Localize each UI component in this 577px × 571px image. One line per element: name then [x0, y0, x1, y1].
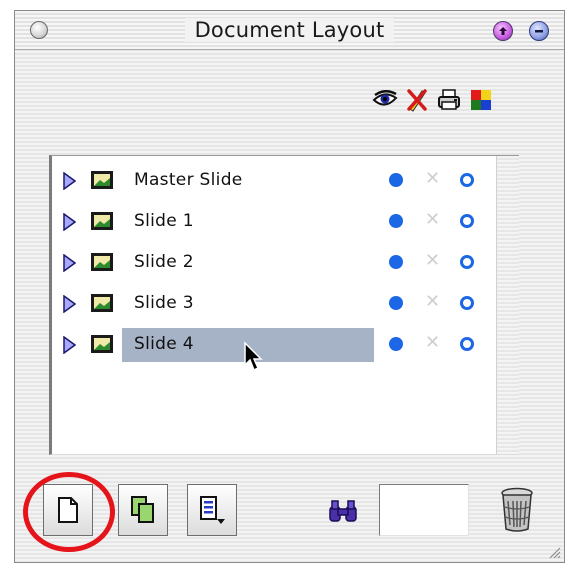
find-input[interactable] [379, 484, 469, 536]
minus-icon [535, 30, 543, 33]
minimize-button[interactable] [529, 21, 549, 41]
list-item[interactable]: Slide 3 ✕ [52, 287, 500, 321]
duplicate-slide-button[interactable] [118, 484, 168, 536]
column-toolbar [371, 86, 495, 114]
lock-x-icon[interactable]: ✕ [425, 249, 440, 273]
list-item[interactable]: Master Slide ✕ [52, 164, 500, 198]
visible-dot-icon[interactable] [389, 337, 403, 351]
slide-name-label: Master Slide [134, 170, 243, 190]
trash-icon[interactable] [500, 487, 534, 533]
visible-dot-icon[interactable] [389, 173, 403, 187]
disclosure-triangle-icon[interactable] [62, 254, 76, 272]
binoculars-icon[interactable] [327, 499, 359, 523]
no-edit-icon[interactable] [403, 86, 431, 114]
slide-list[interactable]: Master Slide ✕ Slide 1 ✕ Slide 2 ✕ Slide… [49, 155, 519, 455]
eye-icon[interactable] [371, 86, 399, 114]
slide-name-label: Slide 3 [134, 293, 194, 313]
print-ring-icon[interactable] [460, 337, 474, 351]
document-layout-window: Document Layout Master Slide ✕ Slide 1 ✕… [14, 10, 565, 563]
visible-dot-icon[interactable] [389, 214, 403, 228]
lock-x-icon[interactable]: ✕ [425, 167, 440, 191]
list-item[interactable]: Slide 2 ✕ [52, 246, 500, 280]
title-bar[interactable]: Document Layout [15, 11, 564, 50]
slide-thumbnail-icon [91, 335, 113, 353]
slide-name-label: Slide 4 [134, 334, 194, 354]
printer-icon[interactable] [435, 86, 463, 114]
duplicate-page-icon [131, 496, 154, 523]
arrow-up-icon [499, 27, 507, 35]
slide-thumbnail-icon [91, 171, 113, 189]
slide-name-label: Slide 2 [134, 252, 194, 272]
disclosure-triangle-icon[interactable] [62, 295, 76, 313]
slide-thumbnail-icon [91, 253, 113, 271]
slide-name-label: Slide 1 [134, 211, 194, 231]
list-item[interactable]: Slide 1 ✕ [52, 205, 500, 239]
list-item-selected[interactable]: Slide 4 ✕ [52, 328, 500, 362]
mouse-pointer-icon [244, 341, 263, 372]
slide-thumbnail-icon [91, 212, 113, 230]
slide-thumbnail-icon [91, 294, 113, 312]
new-slide-button[interactable] [43, 484, 93, 536]
print-ring-icon[interactable] [460, 173, 474, 187]
lock-x-icon[interactable]: ✕ [425, 208, 440, 232]
visible-dot-icon[interactable] [389, 296, 403, 310]
print-ring-icon[interactable] [460, 296, 474, 310]
disclosure-triangle-icon[interactable] [62, 172, 76, 190]
list-scrollbar[interactable] [496, 156, 519, 454]
bottom-toolbar [15, 472, 564, 552]
resize-grip-icon[interactable] [547, 545, 561, 559]
print-ring-icon[interactable] [460, 214, 474, 228]
page-menu-icon [200, 496, 225, 524]
collapse-button[interactable] [493, 21, 513, 41]
color-square-icon[interactable] [467, 86, 495, 114]
lock-x-icon[interactable]: ✕ [425, 331, 440, 355]
print-ring-icon[interactable] [460, 255, 474, 269]
visible-dot-icon[interactable] [389, 255, 403, 269]
lock-x-icon[interactable]: ✕ [425, 290, 440, 314]
window-title: Document Layout [15, 18, 564, 42]
disclosure-triangle-icon[interactable] [62, 213, 76, 231]
new-page-icon [58, 497, 78, 523]
disclosure-triangle-icon[interactable] [62, 336, 76, 354]
slide-menu-button[interactable] [187, 484, 237, 536]
